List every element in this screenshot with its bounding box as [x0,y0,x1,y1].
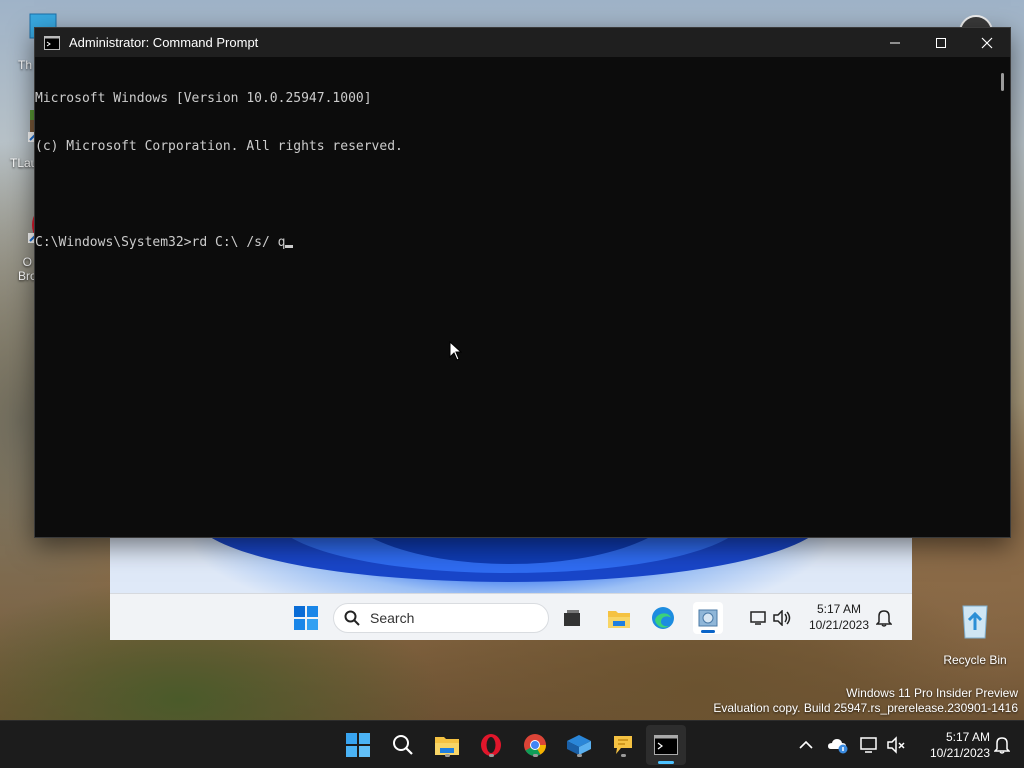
tray-volume[interactable] [880,729,912,761]
terminal-icon [654,735,678,755]
vertical-scrollbar[interactable] [1001,73,1004,91]
minimize-icon [890,42,900,43]
console-line: Microsoft Windows [Version 10.0.25947.10… [35,91,372,106]
onedrive-icon [828,739,848,754]
inner-search-box[interactable]: Search [333,603,549,633]
maximize-icon [936,37,946,48]
search-icon [393,735,413,755]
host-taskbar: 5:17 AM 10/21/2023 [0,720,1024,768]
text-cursor [285,245,294,248]
tray-onedrive[interactable] [822,729,854,761]
task-view-icon[interactable] [561,607,583,629]
desktop-icon-recycle-bin[interactable]: Recycle Bin [940,598,1010,667]
taskbar-chat[interactable] [607,729,639,761]
taskbar-file-explorer[interactable] [431,729,463,761]
host-clock[interactable]: 5:17 AM 10/21/2023 [930,729,990,761]
chevron-up-icon [799,740,813,749]
app-icon[interactable] [693,602,723,634]
taskbar-opera[interactable] [475,729,507,761]
notification-center-button[interactable] [986,729,1018,761]
notification-bell-icon [994,737,1010,754]
minimize-button[interactable] [872,28,918,57]
virtualbox-icon [567,735,591,755]
evaluation-watermark: Windows 11 Pro Insider Preview Evaluatio… [713,686,1018,716]
watermark-line-2: Evaluation copy. Build 25947.rs_prerelea… [713,701,1018,715]
taskbar-chrome[interactable] [519,729,551,761]
inner-taskbar: Search 5:17 AM 10/21/2023 [110,593,912,640]
console-output[interactable]: Microsoft Windows [Version 10.0.25947.10… [35,57,1010,537]
desktop-icon-label: Th [18,58,33,72]
bloom-wallpaper [210,537,810,582]
start-icon [346,733,370,757]
file-explorer-icon [435,737,459,755]
recycle-bin-icon [962,605,988,639]
inner-clock[interactable]: 5:17 AM 10/21/2023 [809,601,869,633]
file-explorer-icon[interactable] [606,605,632,631]
inner-date: 10/21/2023 [808,618,869,632]
start-icon[interactable] [293,605,319,631]
console-input-line[interactable]: C:\Windows\System32>rd C:\ /s/ q [35,235,1010,251]
taskbar-terminal[interactable] [646,725,686,765]
command-prompt-window[interactable]: Administrator: Command Prompt Microsoft … [34,27,1011,538]
notification-bell-icon[interactable] [874,608,894,628]
maximize-button[interactable] [918,28,964,57]
network-icon[interactable] [748,608,768,628]
taskbar-virtualbox[interactable] [563,729,595,761]
console-line: (c) Microsoft Corporation. All rights re… [35,139,403,154]
inner-desktop-wallpaper [110,537,912,593]
start-button[interactable] [342,729,374,761]
edge-icon[interactable] [650,605,676,631]
show-hidden-icons-button[interactable] [790,729,822,761]
console-command: C:\Windows\System32>rd C:\ /s/ q [35,235,286,250]
title-bar[interactable]: Administrator: Command Prompt [35,28,1010,57]
inner-time: 5:17 AM [816,602,861,616]
search-icon [344,610,360,626]
watermark-line-1: Windows 11 Pro Insider Preview [846,686,1018,700]
window-title: Administrator: Command Prompt [69,35,259,50]
host-time: 5:17 AM [945,730,990,744]
volume-icon[interactable] [771,608,793,628]
host-date: 10/21/2023 [929,746,990,760]
close-button[interactable] [964,28,1010,57]
network-icon [860,737,877,753]
recycle-bin-label: Recycle Bin [943,653,1007,667]
close-icon [981,37,993,48]
cmd-app-icon [44,35,60,50]
mouse-pointer-icon [449,341,463,361]
search-placeholder: Search [370,610,415,626]
volume-muted-icon [887,736,905,754]
search-button[interactable] [387,729,419,761]
